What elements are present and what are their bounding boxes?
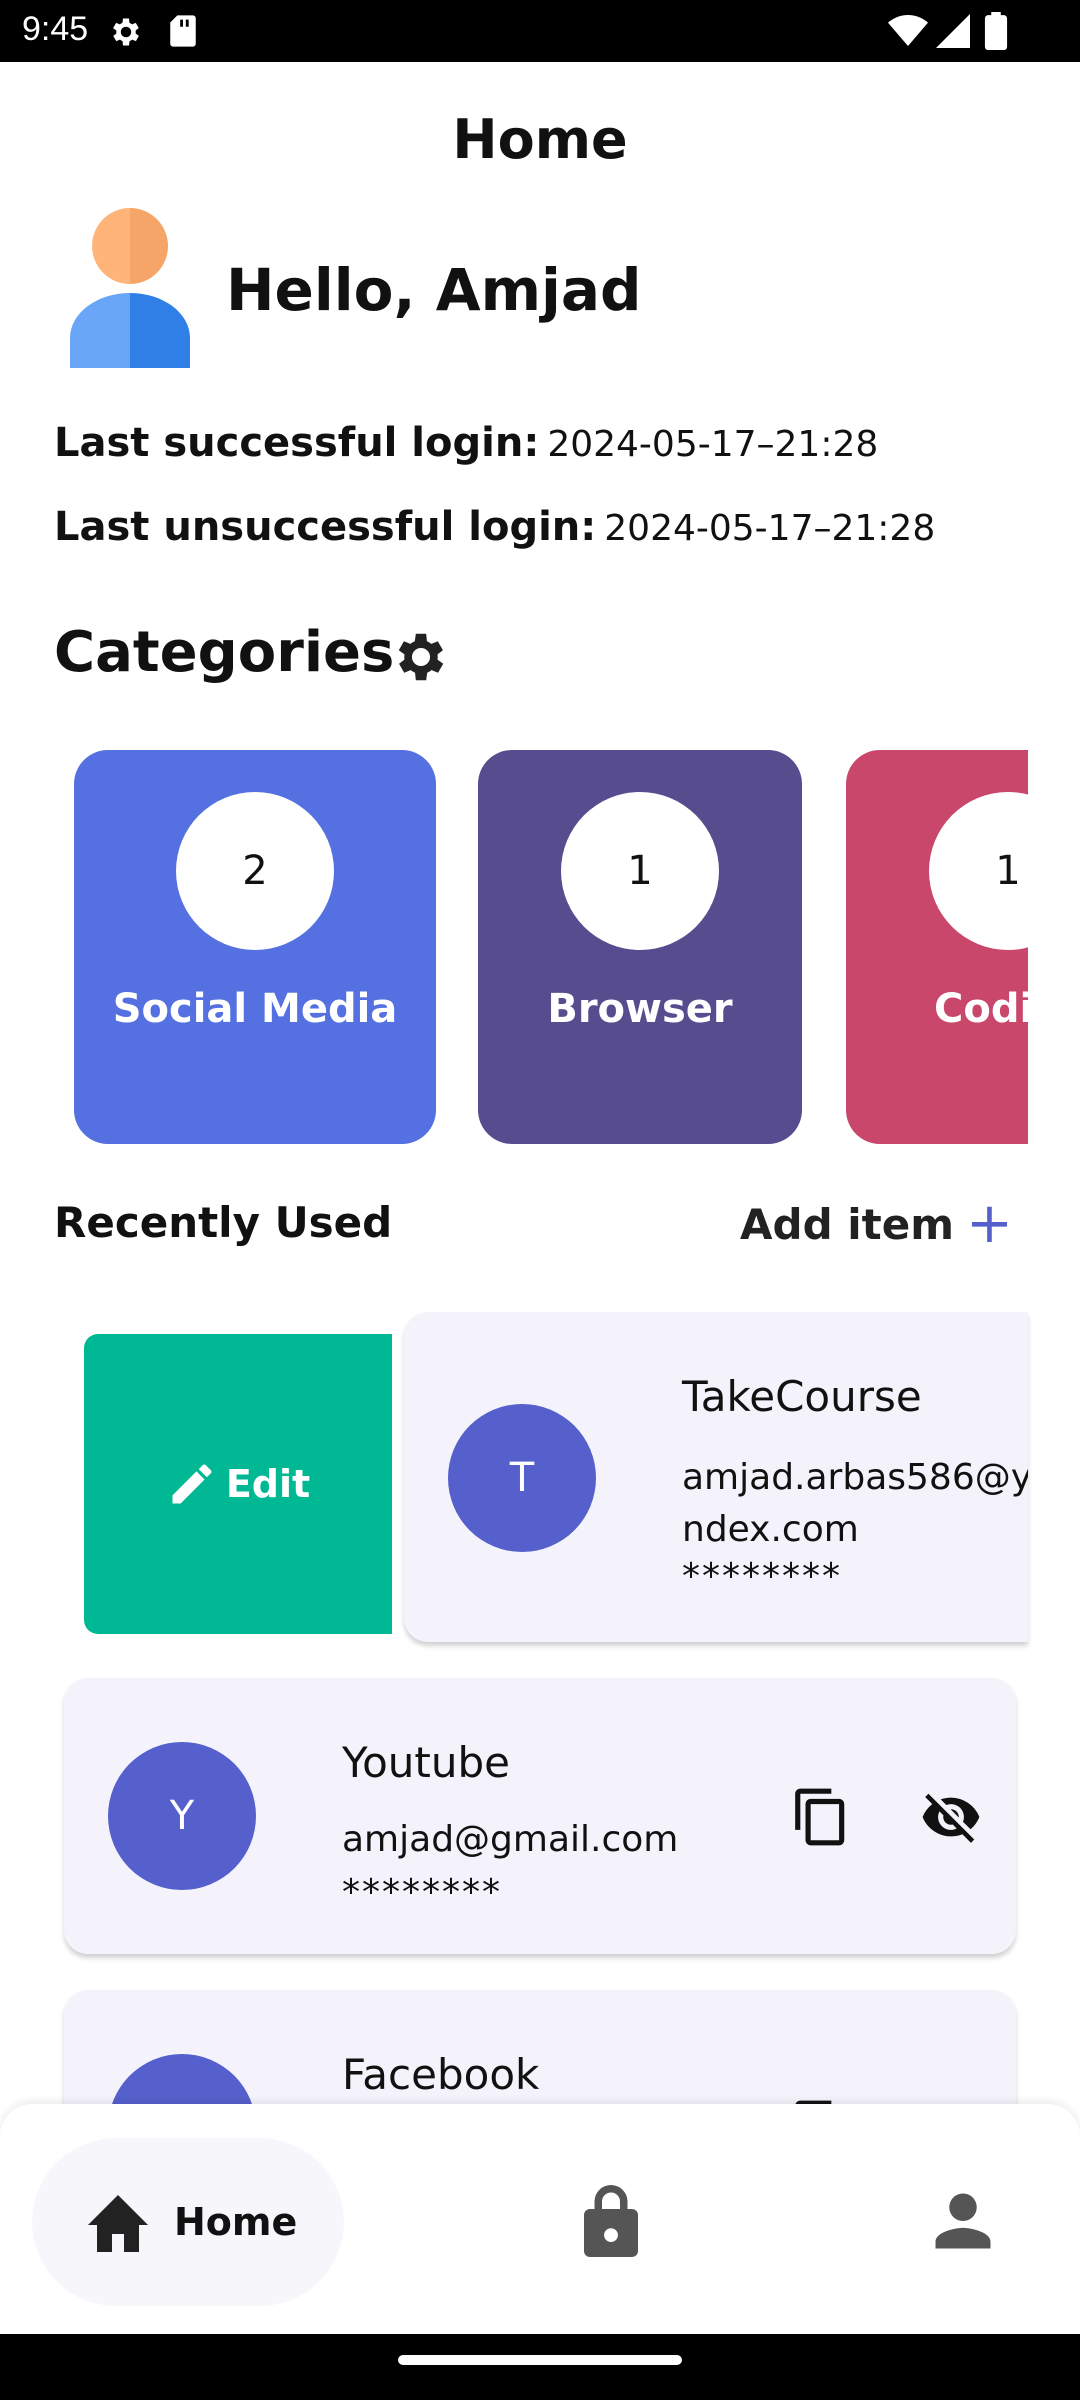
eye-off-icon xyxy=(922,1793,980,1843)
gesture-bar xyxy=(0,2334,1080,2400)
category-label: Browser xyxy=(547,986,733,1032)
status-time: 9:45 xyxy=(22,10,89,48)
item-password: ******** xyxy=(342,1872,502,1913)
item-avatar: T xyxy=(448,1404,596,1552)
page-title: Home xyxy=(452,108,628,171)
login-label: Last successful login: xyxy=(54,420,540,466)
battery-icon xyxy=(984,12,1008,50)
edit-label: Edit xyxy=(225,1462,311,1506)
item-name: TakeCourse xyxy=(682,1372,922,1421)
edit-swipe-action[interactable]: Edit xyxy=(84,1334,392,1634)
category-count: 2 xyxy=(176,792,334,950)
list-item-youtube[interactable]: Y Youtube amjad@gmail.com ******** xyxy=(64,1678,1016,1954)
last-successful-login: Last successful login: 2024-05-17–21:28 xyxy=(54,420,878,466)
category-settings-gear-icon[interactable] xyxy=(390,626,452,688)
category-card-browser[interactable]: 1 Browser xyxy=(478,750,802,1144)
category-label: Social Media xyxy=(112,986,398,1032)
home-icon xyxy=(88,2195,148,2252)
login-label: Last unsuccessful login: xyxy=(54,504,597,550)
gesture-handle[interactable] xyxy=(398,2355,682,2365)
list-item-takecourse[interactable]: T TakeCourse amjad.arbas586@yandex.com *… xyxy=(404,1312,1028,1642)
category-card-social-media[interactable]: 2 Social Media xyxy=(74,750,436,1144)
copy-button[interactable] xyxy=(786,1782,856,1852)
category-card-coding[interactable]: 1 Coding xyxy=(846,750,1028,1144)
item-avatar: Y xyxy=(108,1742,256,1890)
category-count: 1 xyxy=(561,792,719,950)
add-item-button[interactable]: Add item + xyxy=(740,1196,1013,1252)
greeting: Hello, Amjad xyxy=(226,256,642,324)
pencil-icon xyxy=(172,1464,212,1504)
last-unsuccessful-login: Last unsuccessful login: 2024-05-17–21:28 xyxy=(54,504,935,550)
categories-title: Categories xyxy=(54,620,395,685)
person-icon[interactable] xyxy=(930,2188,996,2254)
item-name: Facebook xyxy=(342,2050,540,2099)
category-count: 1 xyxy=(929,792,1028,950)
item-name: Youtube xyxy=(342,1738,510,1787)
nav-home-label: Home xyxy=(174,2200,298,2244)
plus-icon: + xyxy=(965,1191,1013,1256)
avatar-icon xyxy=(70,208,190,368)
category-label: Coding xyxy=(934,986,1028,1032)
signal-icon xyxy=(936,14,970,48)
copy-icon xyxy=(795,1788,845,1846)
item-email: amjad.arbas586@yandex.com xyxy=(682,1457,1028,1550)
settings-icon xyxy=(113,18,139,46)
toggle-password-visibility-button[interactable] xyxy=(916,1782,986,1852)
item-email: amjad@gmail.com xyxy=(342,1819,679,1860)
add-item-label: Add item xyxy=(740,1199,954,1249)
categories-carousel[interactable]: 2 Social Media 1 Browser 1 Coding xyxy=(0,750,1028,1146)
status-bar: 9:45 xyxy=(0,0,1080,62)
login-value: 2024-05-17–21:28 xyxy=(547,424,879,465)
recently-used-title: Recently Used xyxy=(54,1198,393,1247)
sd-card-icon xyxy=(170,15,196,47)
item-password: ******** xyxy=(682,1556,842,1597)
nav-home-tab[interactable]: Home xyxy=(32,2138,344,2306)
wifi-icon xyxy=(888,15,928,46)
lock-icon[interactable] xyxy=(580,2182,642,2260)
login-value: 2024-05-17–21:28 xyxy=(604,508,936,549)
bottom-navigation: Home xyxy=(0,2104,1080,2334)
